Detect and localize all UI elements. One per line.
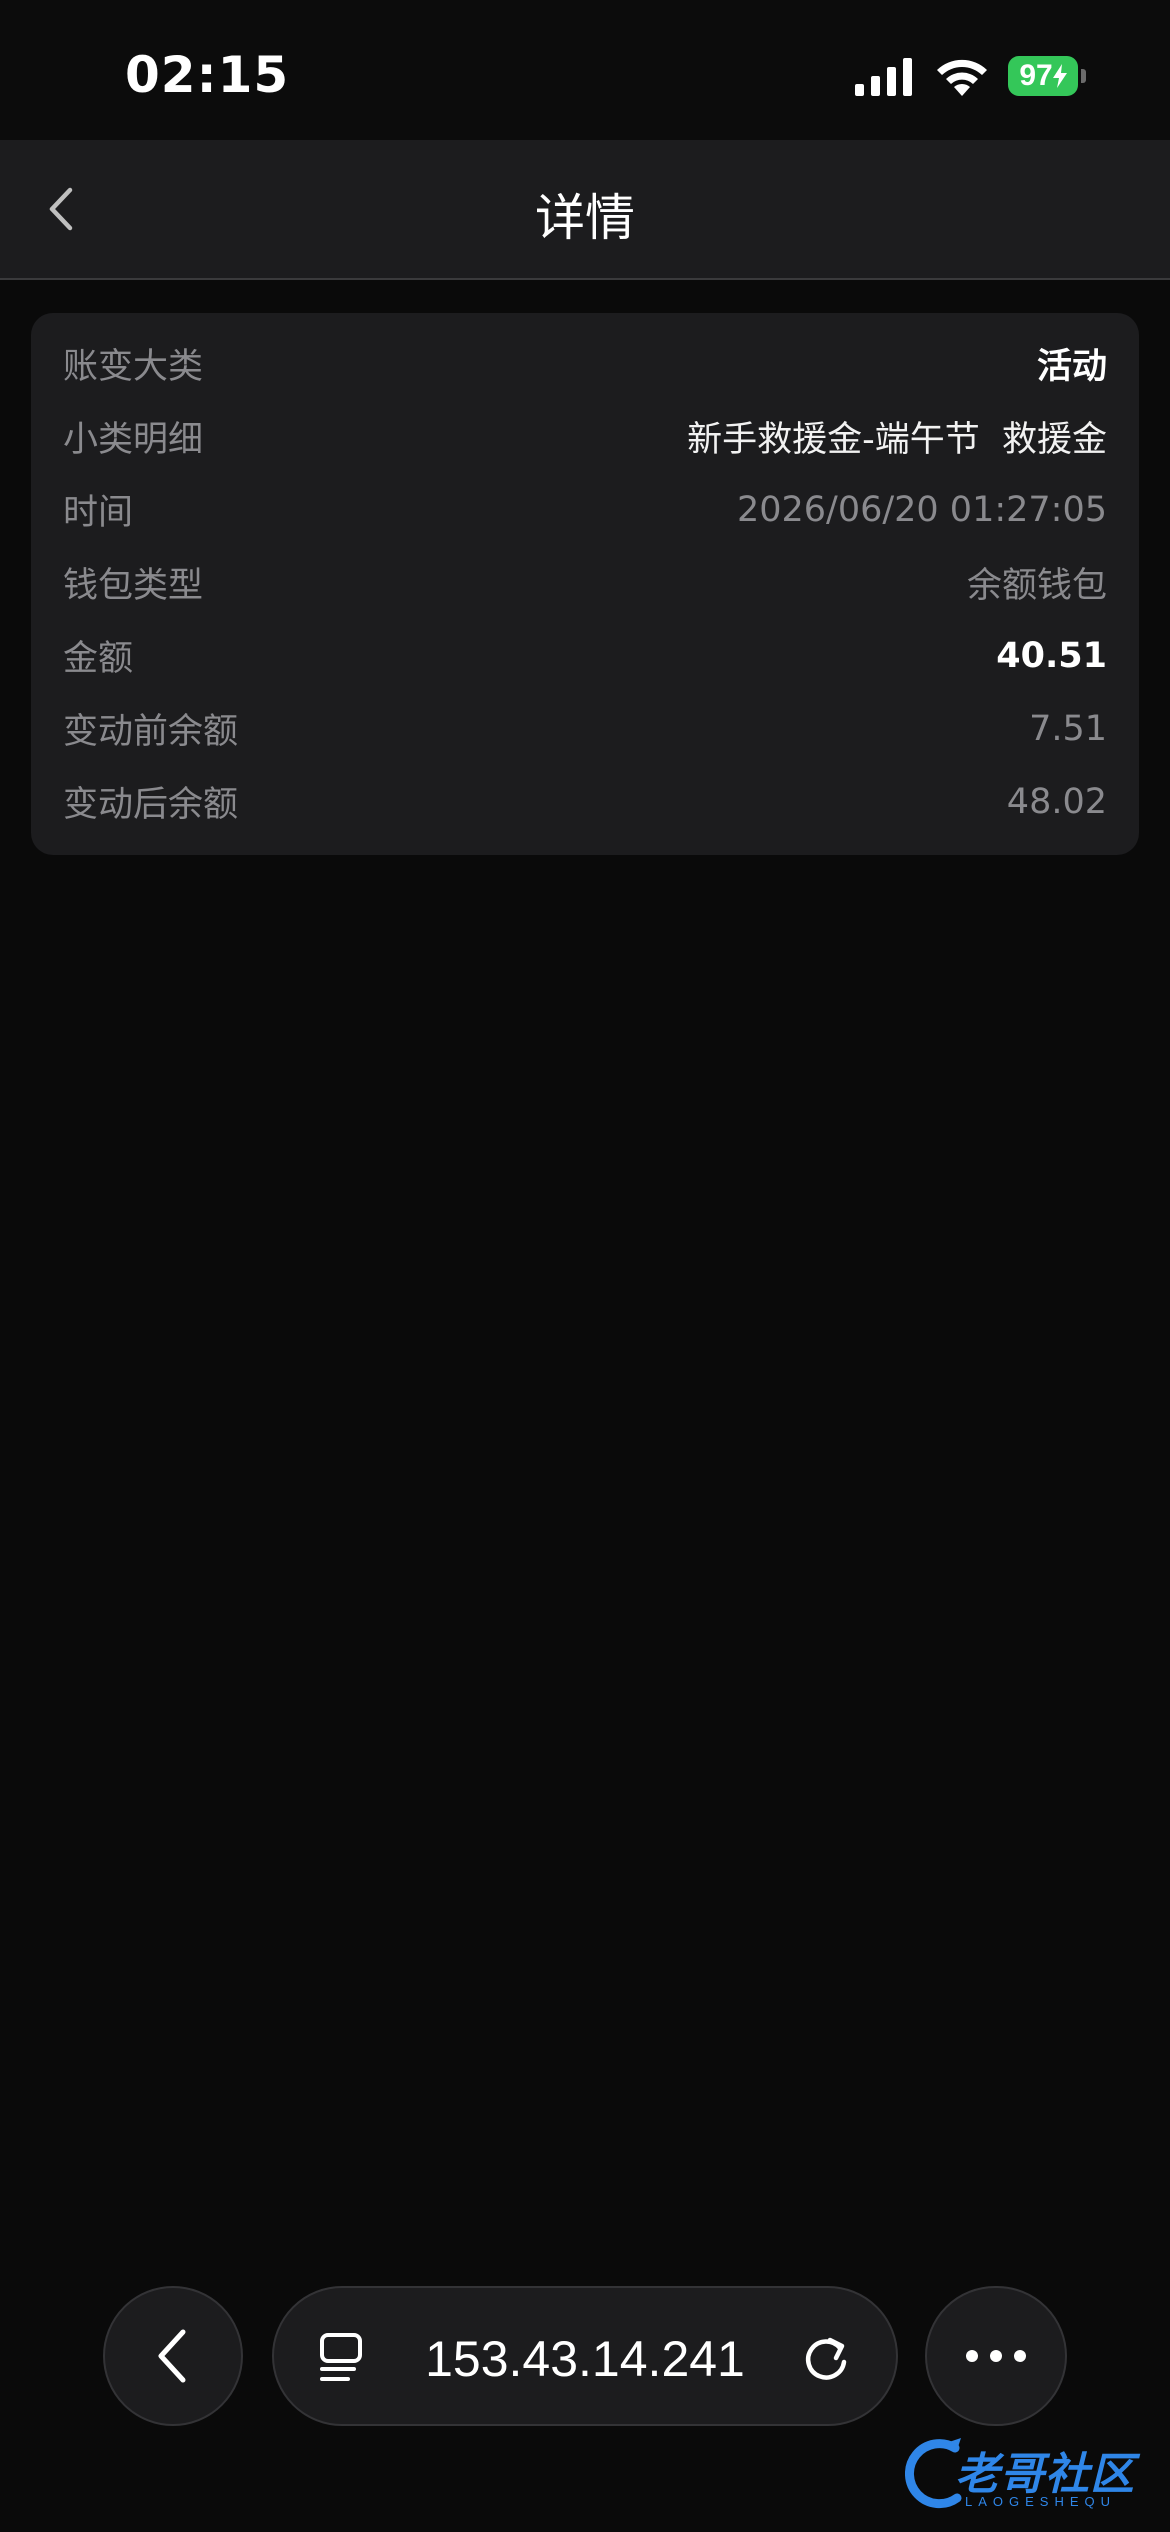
detail-label: 变动后余额 xyxy=(63,785,239,825)
detail-value: 2026/06/20 01:27:05 xyxy=(736,489,1107,530)
detail-label: 金额 xyxy=(63,639,134,679)
detail-label: 账变大类 xyxy=(63,347,204,387)
detail-card: 账变大类 活动 小类明细 新手救援金-端午节 救援金 时间 2026/06/20… xyxy=(31,313,1139,855)
detail-value: 活动 xyxy=(1036,347,1107,387)
status-time: 02:15 xyxy=(125,46,290,104)
watermark-subtext: LAOGESHEQU xyxy=(965,2494,1117,2509)
detail-row-balance-before: 变动前余额 7.51 xyxy=(63,692,1107,765)
battery-icon: 97 xyxy=(1008,56,1088,98)
detail-row-wallet-type: 钱包类型 余额钱包 xyxy=(63,546,1107,619)
page-title: 详情 xyxy=(535,189,635,247)
detail-row-subcategory: 小类明细 新手救援金-端午节 救援金 xyxy=(63,400,1107,473)
watermark-logo: 老哥社区 LAOGESHEQU xyxy=(905,2428,1160,2520)
ellipsis-icon xyxy=(966,2350,1026,2362)
detail-value: 7.51 xyxy=(1029,708,1107,749)
detail-label: 钱包类型 xyxy=(63,566,204,606)
detail-row-time: 时间 2026/06/20 01:27:05 xyxy=(63,473,1107,546)
charging-bolt-icon xyxy=(1052,64,1067,88)
detail-value: 新手救援金-端午节 救援金 xyxy=(687,420,1107,460)
detail-value: 40.51 xyxy=(996,635,1107,676)
wifi-icon xyxy=(937,59,987,96)
detail-label: 时间 xyxy=(63,493,134,533)
cellular-signal-icon xyxy=(855,58,912,96)
detail-row-category: 账变大类 活动 xyxy=(63,327,1107,400)
reload-icon[interactable] xyxy=(800,2332,852,2384)
status-bar: 02:15 97 xyxy=(0,0,1170,140)
detail-value: 48.02 xyxy=(1006,781,1107,822)
detail-row-balance-after: 变动后余额 48.02 xyxy=(63,765,1107,838)
browser-back-button[interactable] xyxy=(103,2286,243,2426)
detail-value: 余额钱包 xyxy=(966,566,1107,606)
watermark-text: 老哥社区 xyxy=(955,2449,1135,2500)
battery-level: 97 xyxy=(1019,59,1053,92)
chevron-left-icon xyxy=(158,2329,186,2383)
more-options-button[interactable] xyxy=(925,2286,1067,2426)
detail-label: 小类明细 xyxy=(63,420,204,460)
address-bar[interactable]: 153.43.14.241 xyxy=(272,2286,898,2426)
navigation-bar: 详情 xyxy=(0,140,1170,280)
detail-row-amount: 金额 40.51 xyxy=(63,619,1107,692)
detail-label: 变动前余额 xyxy=(63,712,239,752)
